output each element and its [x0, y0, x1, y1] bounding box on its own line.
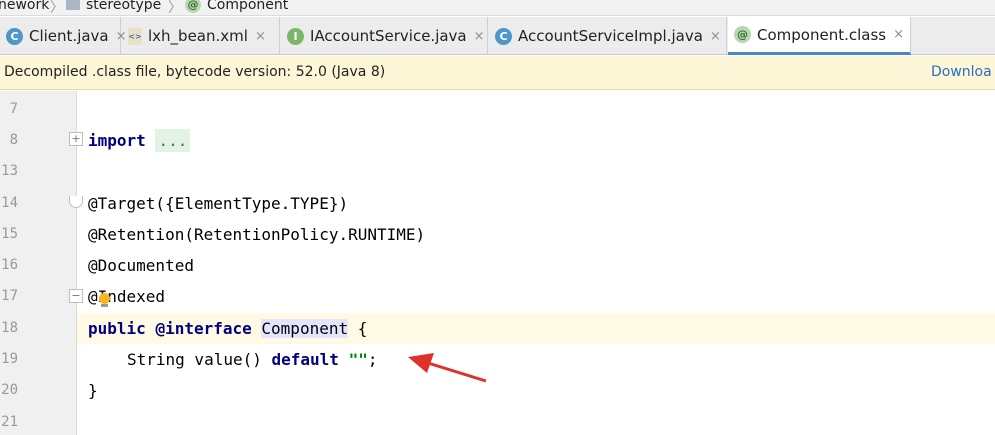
class-icon: C — [495, 27, 512, 45]
code-editor[interactable]: 7 8 13 14 15 16 17 18 19 20 21 + − impor… — [0, 91, 995, 435]
breadcrumb-item-stereotype[interactable]: stereotype — [66, 0, 161, 13]
close-icon[interactable]: × — [255, 29, 266, 44]
arrow-head — [408, 353, 434, 373]
breadcrumb-item-component[interactable]: @ Component — [185, 0, 288, 13]
tab-label: IAccountService.java — [310, 27, 467, 45]
decompiled-notice-banner: Decompiled .class file, bytecode version… — [0, 56, 995, 90]
breadcrumb-label: nework — [0, 0, 50, 13]
breadcrumb-item-framework[interactable]: nework — [0, 0, 49, 13]
tab-lxh-bean-xml[interactable]: <> lxh_bean.xml × — [122, 17, 280, 55]
download-sources-link[interactable]: Downloa — [931, 64, 992, 80]
annotation-icon: @ — [185, 0, 201, 13]
decompiled-notice-text: Decompiled .class file, bytecode version… — [4, 64, 386, 80]
breadcrumb-separator: 〉 — [50, 0, 64, 16]
class-icon: C — [6, 27, 23, 45]
tab-component-class[interactable]: @ Component.class × — [728, 17, 911, 55]
close-icon[interactable]: × — [710, 29, 721, 44]
close-icon[interactable]: × — [474, 29, 485, 44]
breadcrumb: nework 〉 stereotype 〉 @ Component — [0, 0, 995, 16]
tab-label: AccountServiceImpl.java — [518, 27, 703, 45]
red-arrow-annotation — [408, 353, 487, 383]
tab-label: Component.class — [757, 25, 887, 44]
breadcrumb-separator: 〉 — [168, 0, 182, 16]
close-icon[interactable]: × — [893, 27, 904, 42]
arrow-shaft — [427, 361, 487, 383]
xml-file-icon: <> — [128, 27, 142, 45]
breadcrumb-label: stereotype — [86, 0, 162, 13]
editor-tab-bar: C Client.java × <> lxh_bean.xml × I IAcc… — [0, 17, 995, 55]
tab-accountserviceimpl-java[interactable]: C AccountServiceImpl.java × — [489, 17, 727, 55]
tab-client-java[interactable]: C Client.java × — [0, 17, 127, 55]
interface-icon: I — [287, 27, 304, 45]
tab-label: Client.java — [29, 27, 109, 45]
breadcrumb-label: Component — [207, 0, 289, 13]
tab-label: lxh_bean.xml — [148, 27, 248, 45]
tab-iaccountservice-java[interactable]: I IAccountService.java × — [281, 17, 488, 55]
annotation-icon: @ — [734, 26, 751, 43]
package-icon — [66, 0, 80, 10]
